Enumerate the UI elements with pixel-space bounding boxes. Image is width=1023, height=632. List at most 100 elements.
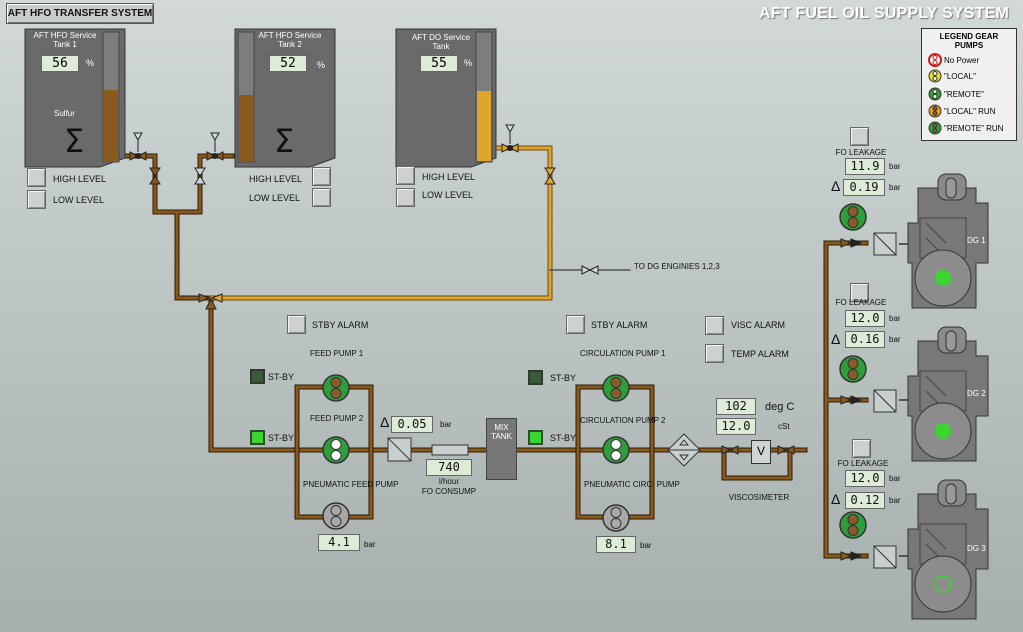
sigma-icon: Σ [64,122,84,160]
dg-3-dp-display: 0.12 [845,492,885,509]
dg-2-dp-unit: bar [889,335,901,344]
hfo-tank-1-shape: Σ [24,28,126,168]
fuel-temp-display: 102 [716,398,756,415]
do-tank-level: 55 [420,55,458,72]
to-dg-engines-label: TO DG ENGINIES 1,2,3 [634,262,720,271]
dg-2-pressure-unit: bar [889,314,901,323]
do-tank-title: AFT DO Service Tank [411,33,471,51]
dg-1-pump-icon[interactable] [838,202,868,232]
circ-pump-2-stby-lamp[interactable] [528,430,543,445]
feed-pump-2-label: FEED PUMP 2 [310,414,364,423]
temp-alarm-label: TEMP ALARM [731,349,789,359]
dg-1-leakage-lamp[interactable] [850,127,869,146]
circ-stby-alarm-label: STBY ALARM [591,320,648,330]
legend-label: "REMOTE" RUN [944,123,1004,133]
dg-3-pressure-display: 12.0 [845,470,885,487]
tank-1-title: AFT HFO Service Tank 1 [33,31,97,49]
legend-row-remote-run: "REMOTE" RUN [928,121,1003,135]
dg-2-dp-display: 0.16 [845,331,885,348]
legend-label: No Power [944,55,980,65]
circ-pump-2-stby-label: ST-BY [550,433,577,443]
legend-row-no-power: No Power [928,53,979,67]
tank-2-unit: % [317,60,326,70]
do-tank-low-level-lamp[interactable] [396,188,415,207]
dg-2-delta-symbol: Δ [831,331,841,347]
dg-2-pump-icon[interactable] [838,354,868,384]
feed-pump-1-stby-lamp[interactable] [250,369,265,384]
tank-1-level-bar [104,90,118,161]
visc-alarm-lamp[interactable] [705,316,724,335]
tank-1-high-level-label: HIGH LEVEL [53,174,107,184]
dg-1-pressure-unit: bar [889,162,901,171]
circ-stby-alarm-lamp[interactable] [566,315,585,334]
fo-consumption-unit: l/hour [438,477,459,486]
do-tank-high-level-lamp[interactable] [396,166,415,185]
pump-legend: LEGEND GEAR PUMPS No Power "LOCAL" "REMO… [921,28,1017,141]
pump-remote-run-icon [928,121,942,135]
do-tank-level-bar [477,91,491,161]
mix-tank[interactable]: MIX TANK [486,418,517,480]
legend-label: "LOCAL" [944,71,976,81]
legend-row-remote: "REMOTE" [928,87,984,101]
feed-pump-1-label: FEED PUMP 1 [310,349,364,358]
tank-2-low-level-label: LOW LEVEL [249,193,301,203]
legend-label: "REMOTE" [944,89,984,99]
tank-2-high-level-label: HIGH LEVEL [249,174,303,184]
fo-consumption-label: FO CONSUMP [421,487,477,496]
pneumatic-circ-pump-label: PNEUMATIC CIRC. PUMP [584,480,680,489]
tank-1-high-level-lamp[interactable] [27,168,46,187]
tank-2-level: 52 [269,55,307,72]
temp-alarm-lamp[interactable] [705,344,724,363]
feed-pump-1-icon[interactable] [321,373,351,403]
filter-dp-display: 0.05 [391,416,433,433]
legend-title: LEGEND GEAR PUMPS [939,32,999,50]
tank-1-low-level-lamp[interactable] [27,190,46,209]
feed-stby-alarm-label: STBY ALARM [312,320,369,330]
circ-pressure-display: 8.1 [596,536,636,553]
dg-1-label: DG 1 [967,236,986,245]
feed-pump-2-icon[interactable] [321,435,351,465]
circ-pump-1-stby-lamp[interactable] [528,370,543,385]
tank-2-low-level-lamp[interactable] [312,188,331,207]
dg-1-dp-display: 0.19 [843,179,885,196]
dg-1-leak-label: FO LEAKAGE [835,148,887,157]
circ-pump-2-icon[interactable] [601,435,631,465]
dg-3-delta-symbol: Δ [831,491,841,507]
tank-1-sulfur-label: Sulfur [54,109,75,118]
do-tank-high-level-label: HIGH LEVEL [422,172,476,182]
dg-1-status-lamp [935,270,951,286]
viscosity-unit: cSt [778,422,790,431]
dg-2-pressure-display: 12.0 [845,310,885,327]
pump-local-icon [928,69,942,83]
fuel-temp-unit: deg C [765,401,795,413]
tank-2-level-bar [239,95,253,161]
legend-row-local-run: "LOCAL" RUN [928,104,995,118]
dg-1-pressure-display: 11.9 [845,158,885,175]
viscosity-display: 12.0 [716,418,756,435]
pneumatic-circ-pump-icon[interactable] [601,503,631,533]
circ-pump-1-label: CIRCULATION PUMP 1 [580,349,666,358]
circ-pressure-unit: bar [640,541,652,550]
circ-pump-1-icon[interactable] [601,373,631,403]
tank-1-unit: % [86,58,95,68]
dg-1-dp-unit: bar [889,183,901,192]
pneumatic-feed-pump-label: PNEUMATIC FEED PUMP [303,480,399,489]
do-tank-unit: % [464,58,473,68]
dg-3-pump-icon[interactable] [838,510,868,540]
feed-pump-2-stby-lamp[interactable] [250,430,265,445]
feed-pressure-unit: bar [364,540,376,549]
feed-pressure-display: 4.1 [318,534,360,551]
feed-pump-1-stby-label: ST-BY [268,372,295,382]
fo-consumption-display: 740 [426,459,472,476]
viscosimeter-device[interactable]: V [751,440,771,464]
circ-pump-2-label: CIRCULATION PUMP 2 [580,416,666,425]
dg-3-leakage-lamp[interactable] [852,439,871,458]
hfo-tank-2-shape: Σ [234,28,336,168]
legend-label: "LOCAL" RUN [944,106,996,116]
dg-3-pressure-unit: bar [889,474,901,483]
pneumatic-feed-pump-icon[interactable] [321,501,351,531]
feed-stby-alarm-lamp[interactable] [287,315,306,334]
tank-2-high-level-lamp[interactable] [312,167,331,186]
dg-2-leak-label: FO LEAKAGE [835,298,887,307]
tank-1-low-level-label: LOW LEVEL [53,195,105,205]
